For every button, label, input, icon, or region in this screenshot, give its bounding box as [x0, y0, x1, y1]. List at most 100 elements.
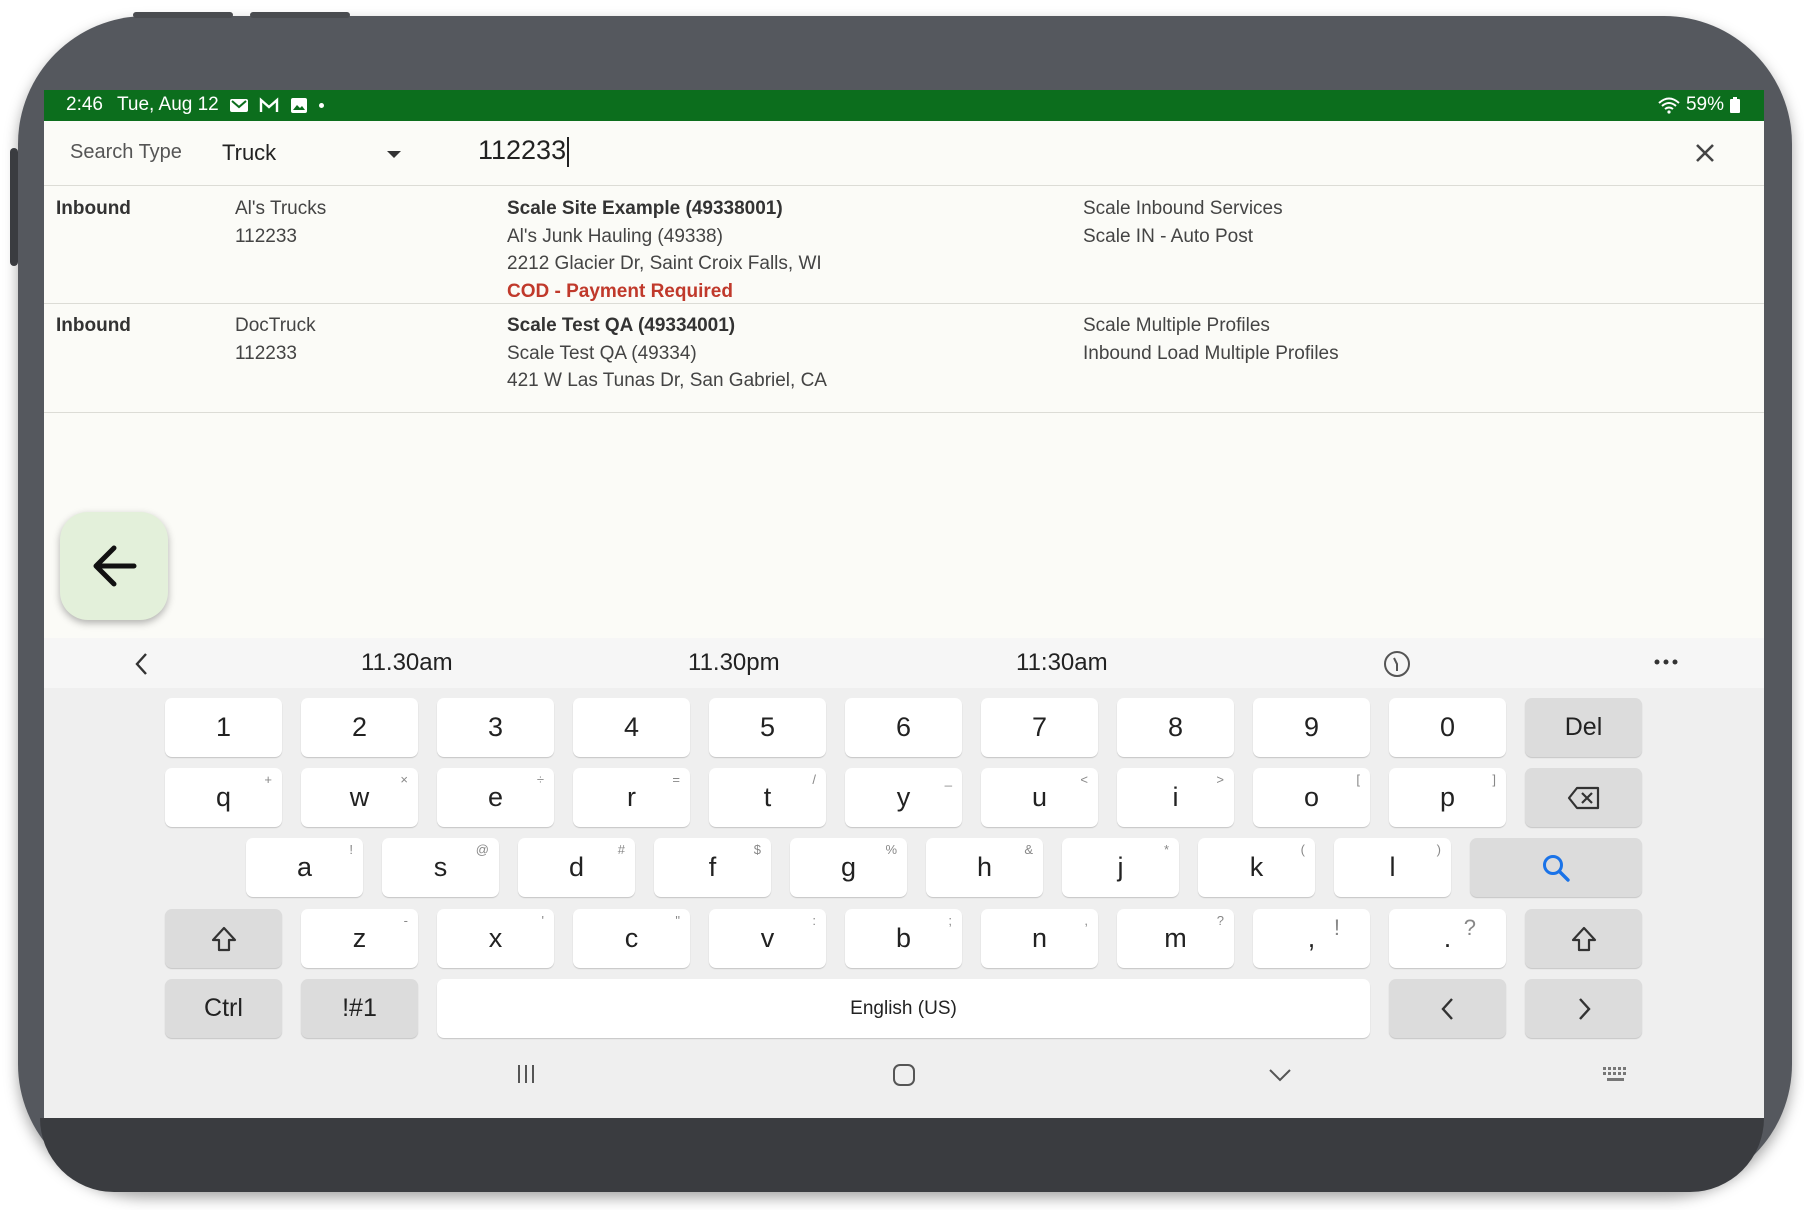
key-k[interactable]: k(	[1198, 838, 1315, 897]
key-s[interactable]: s @	[382, 838, 499, 897]
key-label: t	[763, 782, 772, 812]
result-row[interactable]: Inbound DocTruck 112233 Scale Test QA (4…	[44, 304, 1764, 413]
search-bar: Search Type Truck 112233	[44, 121, 1764, 186]
key-z[interactable]: z-	[301, 909, 418, 968]
key-period[interactable]: .?	[1389, 909, 1506, 968]
key-r[interactable]: r =	[573, 768, 690, 827]
key-y[interactable]: y _	[845, 768, 962, 827]
key-g[interactable]: g%	[790, 838, 907, 897]
key-f[interactable]: f $	[654, 838, 771, 897]
key-sub: <	[1080, 772, 1088, 787]
symbols-key[interactable]: !#1	[301, 979, 418, 1038]
key-label: 7	[1031, 712, 1048, 742]
key-label: Ctrl	[204, 994, 243, 1022]
search-icon	[1543, 854, 1570, 882]
key-w[interactable]: w ×	[301, 768, 418, 827]
suggestion-2[interactable]: 11.30pm	[688, 649, 780, 677]
key-sub: +	[264, 772, 272, 787]
key-7[interactable]: 7	[981, 698, 1098, 757]
key-v[interactable]: v:	[709, 909, 826, 968]
shift-key-right[interactable]	[1525, 909, 1642, 968]
key-sub: #	[617, 842, 625, 857]
suggestion-1[interactable]: 11.30am	[361, 649, 453, 677]
key-1[interactable]: 1	[165, 698, 282, 757]
truck-number: 112233	[235, 342, 297, 364]
key-6[interactable]: 6	[845, 698, 962, 757]
key-3[interactable]: 3	[437, 698, 554, 757]
key-p[interactable]: p]	[1389, 768, 1506, 827]
home-icon[interactable]	[892, 1063, 916, 1087]
key-2[interactable]: 2	[301, 698, 418, 757]
dropdown-caret-icon[interactable]	[387, 151, 401, 158]
cursor-right-key[interactable]	[1525, 979, 1642, 1038]
key-h[interactable]: h &	[926, 838, 1043, 897]
key-n[interactable]: n,	[981, 909, 1098, 968]
hide-keyboard-icon[interactable]	[1268, 1067, 1292, 1083]
key-label: i	[1172, 782, 1179, 812]
keyboard: 1 2 3 4 5 6 7 8 9 0 Del q + w × e ÷ r = t / y…	[44, 688, 1764, 1118]
key-q[interactable]: q +	[165, 768, 282, 827]
del-key[interactable]: Del	[1525, 698, 1642, 757]
key-label: 2	[351, 712, 368, 742]
key-4[interactable]: 4	[573, 698, 690, 757]
key-8[interactable]: 8	[1117, 698, 1234, 757]
cursor-left-key[interactable]	[1389, 979, 1506, 1038]
more-icon[interactable]	[1654, 658, 1678, 666]
status-bar: 2:46 Tue, Aug 12 59%	[44, 90, 1764, 121]
key-x[interactable]: x '	[437, 909, 554, 968]
key-a[interactable]: a!	[246, 838, 363, 897]
key-label: w	[349, 782, 370, 812]
space-key[interactable]: English (US)	[437, 979, 1370, 1038]
key-sub: ]	[1492, 772, 1496, 787]
key-label: n	[1031, 923, 1048, 953]
key-label: z	[352, 923, 367, 953]
key-9[interactable]: 9	[1253, 698, 1370, 757]
key-b[interactable]: b;	[845, 909, 962, 968]
key-e[interactable]: e ÷	[437, 768, 554, 827]
chevron-left-icon[interactable]	[134, 652, 150, 676]
key-5[interactable]: 5	[709, 698, 826, 757]
key-m[interactable]: m?	[1117, 909, 1234, 968]
key-l[interactable]: l)	[1334, 838, 1451, 897]
key-t[interactable]: t /	[709, 768, 826, 827]
ctrl-key[interactable]: Ctrl	[165, 979, 282, 1038]
key-sub: !	[349, 842, 353, 857]
side-button	[10, 148, 18, 266]
suggestion-3[interactable]: 11:30am	[1016, 649, 1108, 677]
close-icon[interactable]	[1691, 139, 1719, 167]
clipboard-icon[interactable]	[1383, 650, 1411, 678]
result-service: Scale Multiple Profiles Inbound Load Mul…	[1083, 312, 1339, 367]
key-label: f	[708, 852, 717, 882]
key-sub: -	[403, 913, 408, 928]
search-type-select[interactable]: Truck	[222, 140, 276, 166]
key-u[interactable]: u <	[981, 768, 1098, 827]
backspace-key[interactable]	[1525, 768, 1642, 827]
key-label: b	[895, 923, 912, 953]
key-label: 1	[215, 712, 232, 742]
key-c[interactable]: c "	[573, 909, 690, 968]
key-0[interactable]: 0	[1389, 698, 1506, 757]
keyboard-icon[interactable]	[1602, 1066, 1630, 1084]
profile-name: Scale IN - Auto Post	[1083, 225, 1254, 247]
search-input-value: 112233	[478, 135, 567, 165]
key-sub: "	[675, 913, 680, 928]
search-input[interactable]: 112233	[478, 135, 570, 167]
key-sub: >	[1216, 772, 1224, 787]
result-truck: Al's Trucks 112233	[235, 195, 326, 250]
shift-key-left[interactable]	[165, 909, 282, 968]
recent-apps-icon[interactable]	[515, 1063, 537, 1085]
key-d[interactable]: d #	[518, 838, 635, 897]
key-i[interactable]: i >	[1117, 768, 1234, 827]
key-label: v	[760, 923, 775, 953]
back-button[interactable]	[60, 512, 168, 620]
key-comma[interactable]: ,!	[1253, 909, 1370, 968]
key-label: g	[840, 852, 857, 882]
key-label: 5	[759, 712, 776, 742]
result-row[interactable]: Inbound Al's Trucks 112233 Scale Site Ex…	[44, 186, 1764, 304]
search-key[interactable]	[1470, 838, 1642, 897]
key-o[interactable]: o[	[1253, 768, 1370, 827]
key-j[interactable]: j *	[1062, 838, 1179, 897]
site-address: 421 W Las Tunas Dr, San Gabriel, CA	[507, 370, 827, 391]
key-label: !#1	[342, 994, 377, 1022]
key-label: 4	[623, 712, 640, 742]
